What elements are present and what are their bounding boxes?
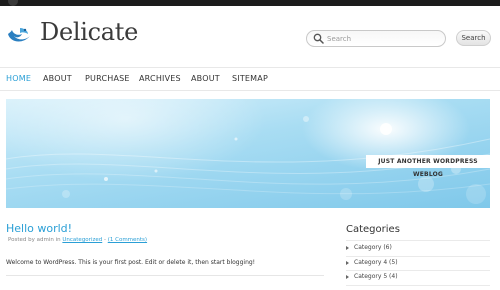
category-divider <box>346 270 490 271</box>
search-button[interactable]: Search <box>456 30 491 46</box>
sidebar-categories-title: Categories <box>346 224 400 235</box>
nav-item-about[interactable]: ABOUT <box>43 74 72 83</box>
nav-divider-bottom <box>0 90 500 91</box>
banner-decoration <box>6 116 490 204</box>
post-body: Welcome to WordPress. This is your first… <box>6 259 256 266</box>
category-label: Category (6) <box>354 244 392 251</box>
category-item[interactable]: Category 5 (4) <box>346 272 490 286</box>
search-input[interactable] <box>327 32 437 45</box>
bird-logo-icon <box>8 28 30 42</box>
site-tagline: JUST ANOTHER WORDPRESS WEBLOG <box>366 155 490 178</box>
main-nav: HOME ABOUT PURCHASE ARCHIVES ABOUT SITEM… <box>0 68 500 90</box>
nav-item-purchase[interactable]: PURCHASE <box>85 74 130 83</box>
post-divider <box>6 275 324 276</box>
category-item[interactable]: Category (6) <box>346 243 490 257</box>
category-label: Category 4 (5) <box>354 259 398 266</box>
triangle-right-icon <box>346 261 349 265</box>
category-label: Category 5 (4) <box>354 273 398 280</box>
nav-item-about-2[interactable]: ABOUT <box>191 74 220 83</box>
nav-item-sitemap[interactable]: SITEMAP <box>232 74 268 83</box>
browser-top-bar <box>0 0 500 6</box>
nav-item-archives[interactable]: ARCHIVES <box>139 74 181 83</box>
search-box[interactable] <box>306 30 446 47</box>
nav-item-home[interactable]: HOME <box>6 74 31 83</box>
post-title[interactable]: Hello world! <box>6 222 72 235</box>
category-divider <box>346 240 490 241</box>
search-icon <box>313 33 324 44</box>
triangle-right-icon <box>346 275 349 279</box>
triangle-right-icon <box>346 246 349 250</box>
post-comments-link[interactable]: (1 Comments) <box>108 237 147 243</box>
header-banner-image <box>6 99 490 208</box>
top-bar-tab-icon <box>8 0 18 6</box>
category-divider <box>346 256 490 257</box>
post-meta: Posted by admin in Uncategorized - (1 Co… <box>8 237 147 243</box>
category-divider <box>346 285 490 286</box>
site-title[interactable]: Delicate <box>40 18 138 46</box>
post-meta-prefix: Posted by admin in <box>8 237 63 243</box>
post-category-link[interactable]: Uncategorized <box>62 237 102 243</box>
